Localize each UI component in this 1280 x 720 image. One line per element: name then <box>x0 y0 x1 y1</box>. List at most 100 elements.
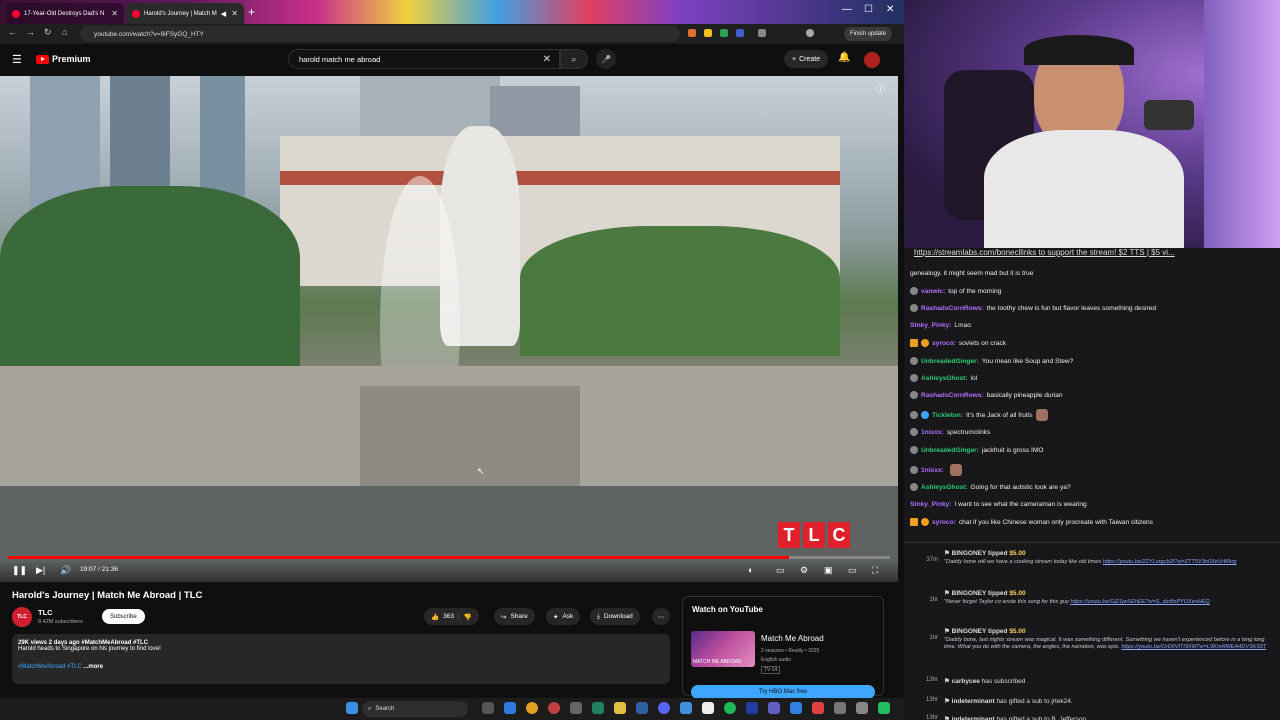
profile-icon[interactable] <box>806 29 814 37</box>
finish-update-button[interactable]: Finish update <box>844 27 893 41</box>
search-button[interactable]: ⌕ <box>560 49 588 69</box>
extension-icon[interactable] <box>720 29 728 37</box>
app-icon[interactable] <box>680 702 692 714</box>
tip-icon: ⚑ <box>944 550 952 557</box>
fullscreen-icon[interactable]: ⛶ <box>872 565 878 576</box>
thumbs-down-icon[interactable]: 👎 <box>464 613 472 621</box>
tip-link[interactable]: https://youtu.be/Gj21jwSEhEE?si=S_dzr8zP… <box>1070 599 1209 605</box>
app-icon[interactable] <box>504 702 516 714</box>
new-tab-button[interactable]: + <box>248 5 255 19</box>
home-icon[interactable]: ⌂ <box>62 27 67 37</box>
browser-tab[interactable]: 17-Year-Old Destroys Dad's N ✕ <box>6 3 124 24</box>
chat-username[interactable]: vanwic: <box>921 288 945 295</box>
app-icon[interactable] <box>570 702 582 714</box>
windows-start-icon[interactable] <box>346 702 358 714</box>
show-title[interactable]: Match Me Abroad <box>761 634 824 643</box>
menu-icon[interactable]: ☰ <box>12 53 22 66</box>
volume-icon[interactable]: 🔊 <box>60 565 71 576</box>
url-bar[interactable]: youtube.com/watch?v=9iFSyGQ_HTY <box>80 26 680 42</box>
chat-username[interactable]: UnbreadedGinger: <box>921 447 979 454</box>
forward-icon[interactable]: → <box>26 27 35 37</box>
ask-button[interactable]: ✦ Ask <box>546 608 581 625</box>
next-icon[interactable]: ▶| <box>36 565 45 576</box>
channel-avatar[interactable]: TLC <box>12 607 32 627</box>
info-icon[interactable]: ⓘ <box>876 82 885 95</box>
app-icon[interactable] <box>548 702 560 714</box>
app-icon[interactable] <box>812 702 824 714</box>
try-hbo-max-button[interactable]: Try HBO Max free <box>691 685 875 699</box>
app-icon[interactable] <box>592 702 604 714</box>
video-player[interactable]: ⓘ ↖ T L C ❚❚ ▶| 🔊 19:07 / 21:36 ◐ ▭ ⚙ ▣ … <box>0 76 898 582</box>
app-icon[interactable] <box>856 702 868 714</box>
extension-icon[interactable] <box>704 29 712 37</box>
voice-search-button[interactable]: 🎤 <box>596 49 616 69</box>
minimize-icon[interactable]: — <box>842 4 852 15</box>
more-link[interactable]: ...more <box>83 664 103 670</box>
app-icon[interactable] <box>834 702 846 714</box>
miniplayer-icon[interactable]: ▣ <box>824 565 833 576</box>
search-input[interactable]: harold match me abroad ✕ <box>288 49 560 69</box>
reload-icon[interactable]: ↻ <box>44 27 52 38</box>
chat-username[interactable]: UnbreadedGinger: <box>921 358 979 365</box>
channel-name[interactable]: TLC <box>38 608 53 617</box>
show-thumbnail[interactable]: MATCH ME ABROAD <box>691 631 755 667</box>
app-icon[interactable] <box>768 702 780 714</box>
close-window-icon[interactable]: ✕ <box>886 4 894 15</box>
chat-username[interactable]: 1nixxx: <box>921 429 944 436</box>
steam-icon[interactable] <box>636 702 648 714</box>
extensions-puzzle-icon[interactable] <box>758 29 766 37</box>
share-button[interactable]: ↪ Share <box>494 608 535 625</box>
chat-username[interactable]: RashadsCornRows: <box>921 305 984 312</box>
video-frame-trees <box>520 226 840 356</box>
progress-bar[interactable] <box>8 556 890 559</box>
tip-link[interactable]: https://youtu.be/OrD6VITI3XM?si=L9KmRWEA… <box>1122 644 1267 650</box>
chat-username[interactable]: syroco: <box>932 340 956 347</box>
like-button[interactable]: 👍 363 | 👎 <box>424 608 479 625</box>
chat-username[interactable]: AshleysGhost: <box>921 484 968 491</box>
chat-username[interactable]: Stnky_Pinky: <box>910 501 951 508</box>
browser-tab-active[interactable]: Harold's Journey | Match M ◀ ✕ <box>126 3 244 24</box>
theater-mode-icon[interactable]: ▭ <box>848 565 857 576</box>
youtube-logo[interactable]: Premium <box>36 54 91 64</box>
subtitles-icon[interactable]: ▭ <box>776 565 785 576</box>
extension-icon[interactable] <box>736 29 744 37</box>
chat-username[interactable]: RashadsCornRows: <box>921 392 984 399</box>
user-badge-icon <box>910 483 918 491</box>
create-button[interactable]: + Create <box>784 50 829 68</box>
more-actions-button[interactable]: ⋯ <box>652 608 670 625</box>
extension-icon[interactable] <box>688 29 696 37</box>
chat-username[interactable]: AshleysGhost: <box>921 375 968 382</box>
task-view-icon[interactable] <box>482 702 494 714</box>
chrome-icon[interactable] <box>526 702 538 714</box>
audio-icon[interactable]: ◀ <box>221 10 226 18</box>
download-button[interactable]: ⤓ Download <box>590 608 640 625</box>
close-tab-icon[interactable]: ✕ <box>231 9 238 18</box>
chat-username[interactable]: syroco: <box>932 519 956 526</box>
settings-gear-icon[interactable]: ⚙ <box>800 565 808 576</box>
notifications-bell-icon[interactable]: 🔔 <box>838 52 850 63</box>
taskbar-search[interactable]: ⌕ Search <box>362 701 468 717</box>
close-tab-icon[interactable]: ✕ <box>111 9 118 18</box>
chat-username[interactable]: 1nixxx: <box>921 467 944 474</box>
user-badge-icon <box>910 428 918 436</box>
chat-username[interactable]: Tickleton: <box>932 412 963 419</box>
clear-search-icon[interactable]: ✕ <box>543 54 551 65</box>
app-icon[interactable] <box>746 702 758 714</box>
file-explorer-icon[interactable] <box>614 702 626 714</box>
description-box[interactable]: 29K views 2 days ago #MatchMeAbroad #TLC… <box>12 634 670 684</box>
description-tags[interactable]: #MatchMeAbroad #TLC <box>18 664 82 670</box>
subscribe-button[interactable]: Subscribe <box>102 609 145 624</box>
account-avatar[interactable] <box>864 52 880 68</box>
chat-pinned-link[interactable]: https://streamlabs.com/bonecllinks to su… <box>914 248 1175 257</box>
app-icon[interactable] <box>702 702 714 714</box>
spotify-icon[interactable] <box>724 702 736 714</box>
maximize-icon[interactable]: ☐ <box>864 4 873 15</box>
app-icon[interactable] <box>878 702 890 714</box>
pause-icon[interactable]: ❚❚ <box>12 565 27 576</box>
autoplay-toggle-icon[interactable]: ◐ <box>748 565 753 575</box>
app-icon[interactable] <box>790 702 802 714</box>
tip-link[interactable]: https://youtu.be/22YLurgcb2I?si=ZTT5V3n0… <box>1103 559 1237 565</box>
chat-username[interactable]: Stnky_Pinky: <box>910 322 951 329</box>
discord-icon[interactable] <box>658 702 670 714</box>
back-icon[interactable]: ← <box>8 27 17 37</box>
